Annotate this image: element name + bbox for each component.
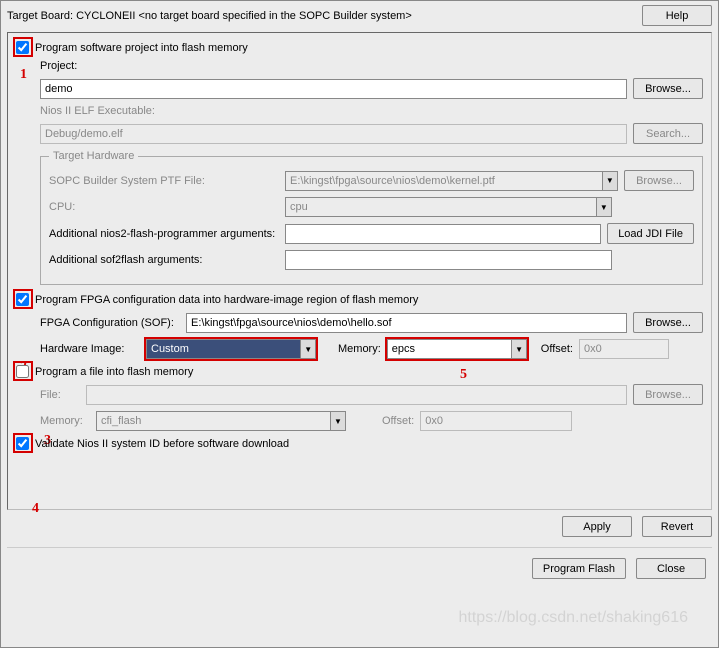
sof-label: FPGA Configuration (SOF): (40, 317, 180, 329)
sof2flash-args-field[interactable] (285, 250, 612, 270)
elf-search-button: Search... (633, 123, 703, 144)
elf-label: Nios II ELF Executable: (40, 105, 155, 117)
chevron-down-icon: ▼ (596, 198, 611, 216)
annotation-1: 1 (20, 67, 27, 83)
validate-sysid-label: Validate Nios II system ID before softwa… (35, 438, 289, 450)
project-browse-button[interactable]: Browse... (633, 78, 703, 99)
validate-sysid-checkbox[interactable] (16, 437, 29, 450)
chevron-down-icon: ▼ (602, 172, 617, 190)
chevron-down-icon[interactable]: ▼ (511, 340, 525, 358)
hw-image-field[interactable] (147, 340, 300, 358)
load-jdi-button[interactable]: Load JDI File (607, 223, 694, 244)
help-button[interactable]: Help (642, 5, 712, 26)
hw-image-label: Hardware Image: (40, 343, 140, 355)
offset-field (579, 339, 669, 359)
annotation-4: 4 (32, 501, 39, 517)
chevron-down-icon: ▼ (330, 412, 345, 430)
ptf-browse-button: Browse... (624, 170, 694, 191)
chevron-down-icon[interactable]: ▼ (300, 340, 315, 358)
elf-field (40, 124, 627, 144)
file-browse-button: Browse... (633, 384, 703, 405)
program-software-label: Program software project into flash memo… (35, 42, 248, 54)
project-field[interactable] (40, 79, 627, 99)
nios2-args-label: Additional nios2-flash-programmer argume… (49, 228, 279, 240)
program-file-label: Program a file into flash memory (35, 366, 193, 378)
program-fpga-label: Program FPGA configuration data into har… (35, 294, 418, 306)
ptf-field (286, 172, 602, 190)
program-flash-button[interactable]: Program Flash (532, 558, 626, 579)
project-label: Project: (40, 60, 77, 72)
cpu-field (286, 198, 596, 216)
close-button[interactable]: Close (636, 558, 706, 579)
program-fpga-checkbox[interactable] (16, 293, 29, 306)
target-hardware-group: Target Hardware SOPC Builder System PTF … (40, 150, 703, 285)
memory-field[interactable] (388, 340, 512, 358)
nios2-args-field[interactable] (285, 224, 601, 244)
program-file-checkbox[interactable] (16, 365, 29, 378)
revert-button[interactable]: Revert (642, 516, 712, 537)
apply-button[interactable]: Apply (562, 516, 632, 537)
offset-label: Offset: (541, 343, 573, 355)
sof-field[interactable] (186, 313, 627, 333)
file-label: File: (40, 389, 80, 401)
sof-browse-button[interactable]: Browse... (633, 312, 703, 333)
target-hardware-legend: Target Hardware (49, 150, 138, 162)
file-memory-label: Memory: (40, 415, 90, 427)
watermark-text: https://blog.csdn.net/shaking616 (459, 609, 689, 627)
ptf-label: SOPC Builder System PTF File: (49, 175, 279, 187)
file-offset-field (420, 411, 572, 431)
sof2flash-args-label: Additional sof2flash arguments: (49, 254, 279, 266)
program-software-checkbox[interactable] (16, 41, 29, 54)
file-offset-label: Offset: (382, 415, 414, 427)
cpu-label: CPU: (49, 201, 279, 213)
file-memory-field (97, 412, 330, 430)
target-board-label: Target Board: CYCLONEII <no target board… (7, 10, 412, 22)
file-field (86, 385, 627, 405)
memory-label: Memory: (338, 343, 381, 355)
